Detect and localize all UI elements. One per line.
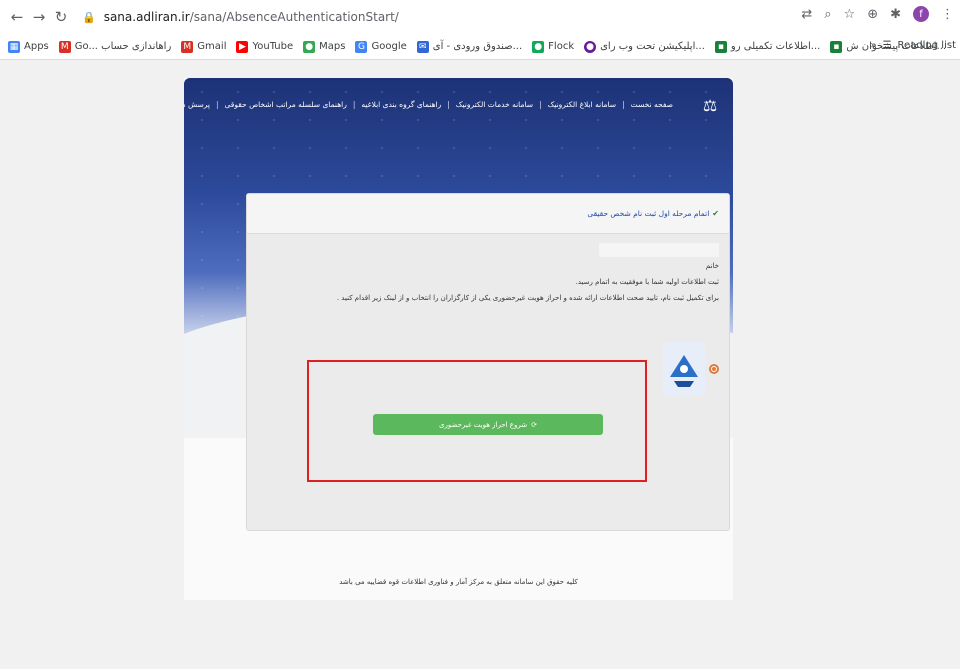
toolbar-icons: ⇄ ⌕ ☆ ⊕ ✱ f ⋮ (801, 6, 954, 22)
extension-globe-icon[interactable]: ⊕ (867, 7, 878, 22)
nav-legal-guide[interactable]: راهنمای سلسله مراتب اشخاص حقوقی (225, 100, 347, 109)
nav-e-notice[interactable]: سامانه ابلاغ الکترونیک (548, 100, 616, 109)
top-nav: صفحه نخست | سامانه ابلاغ الکترونیک | سامان… (184, 100, 673, 109)
gmail-icon: M (181, 40, 194, 53)
reading-list-button[interactable]: » ☰ Reading list (870, 40, 956, 51)
url-host: sana.adliran.ir (103, 10, 190, 24)
bookmark-gmail[interactable]: M Gmail (181, 40, 227, 53)
start-authentication-label: شروع احراز هویت غیرحضوری (439, 420, 528, 429)
bookmark-maps[interactable]: ● Maps (303, 40, 346, 53)
bookmark-item[interactable]: M Go... راهاندازی حساب (58, 40, 172, 53)
reload-icon[interactable]: ↻ (50, 6, 72, 28)
url-path: /sana/AbsenceAuthenticationStart/ (189, 10, 399, 24)
bookmark-google[interactable]: G Google (355, 40, 407, 53)
bookmark-label: Gmail (197, 41, 227, 52)
browser-toolbar: ← → ↻ 🔒 sana.adliran.ir /sana/AbsenceAut… (0, 0, 960, 34)
profile-avatar[interactable]: f (913, 6, 929, 22)
nav-faq[interactable]: پرسش های متداول (184, 100, 210, 109)
nav-home[interactable]: صفحه نخست (631, 100, 673, 109)
bookmark-webapp[interactable]: ● اپلیکیشن تحت وب رای... (584, 40, 705, 53)
flock-icon: ● (532, 40, 545, 53)
registration-card: ✔ اتمام مرحله اول ثبت نام شخص حقیقی خانم… (246, 193, 730, 531)
start-authentication-button[interactable]: ⟳ شروع احراز هویت غیرحضوری (373, 414, 603, 435)
youtube-icon: ▶ (236, 40, 249, 53)
extensions-puzzle-icon[interactable]: ✱ (890, 7, 901, 22)
refresh-icon: ⟳ (531, 420, 537, 429)
bookmark-label: Apps (24, 41, 49, 52)
success-message: ثبت اطلاعات اولیه شما با موفقیت به اتمام… (575, 278, 719, 286)
green-square-icon: ▪ (714, 40, 727, 53)
reading-list-icon: ☰ (882, 40, 892, 51)
bookmark-info[interactable]: ▪ اطلاعات تکمیلی رو... (714, 40, 821, 53)
card-body: خانم ثبت اطلاعات اولیه شما با موفقیت به … (259, 242, 719, 306)
reading-list-label: Reading list (897, 40, 956, 51)
apps-grid-icon: ▦ (8, 40, 20, 53)
greeting: خانم (705, 262, 719, 270)
site-logo-icon[interactable]: ⚖ (701, 96, 719, 118)
bookmark-label: Google (371, 41, 407, 52)
provider-logo[interactable] (663, 342, 705, 396)
instruction-message: برای تکمیل ثبت نام، تایید صحت اطلاعات ار… (336, 294, 719, 302)
mail-icon: ✉ (416, 40, 429, 53)
name-placeholder (599, 243, 719, 257)
nav-e-services[interactable]: سامانه خدمات الکترونیک (456, 100, 533, 109)
lock-icon: 🔒 (82, 10, 96, 24)
menu-kebab-icon[interactable]: ⋮ (941, 7, 954, 22)
bookmark-label: اپلیکیشن تحت وب رای... (600, 41, 705, 52)
bookmark-flock[interactable]: ● Flock (532, 40, 575, 53)
check-icon: ✔ (712, 209, 719, 218)
card-header: ✔ اتمام مرحله اول ثبت نام شخص حقیقی (247, 194, 729, 234)
bookmark-label: YouTube (252, 41, 294, 52)
google-icon: G (355, 40, 368, 53)
address-bar[interactable]: 🔒 sana.adliran.ir /sana/AbsenceAuthentic… (82, 6, 802, 28)
footer-text: کلیه حقوق این سامانه متعلق به مرکز آمار … (339, 578, 578, 586)
bookmark-youtube[interactable]: ▶ YouTube (236, 40, 294, 53)
more-bookmarks-icon[interactable]: » (870, 40, 876, 51)
bookmark-label: Flock (548, 41, 575, 52)
bookmark-star-icon[interactable]: ☆ (844, 7, 856, 22)
page-container: ⚖ صفحه نخست | سامانه ابلاغ الکترونیک | سام… (184, 78, 733, 600)
green-square-icon: ▪ (830, 40, 843, 53)
provider-radio[interactable] (709, 364, 719, 374)
bookmark-label: اطلاعات تکمیلی رو... (730, 41, 821, 52)
bookmark-label: صندوق ورودی - آی... (432, 41, 523, 52)
bookmark-label: Maps (319, 41, 346, 52)
provider-logo-icon (670, 355, 698, 387)
gmail-icon: M (58, 40, 71, 53)
maps-pin-icon: ● (303, 40, 316, 53)
back-arrow-icon[interactable]: ← (6, 6, 28, 28)
forward-arrow-icon[interactable]: → (28, 6, 50, 28)
bookmark-apps[interactable]: ▦ Apps (8, 40, 49, 53)
bookmark-inbox[interactable]: ✉ صندوق ورودی - آی... (416, 40, 523, 53)
translate-icon[interactable]: ⇄ (801, 7, 812, 22)
zoom-icon[interactable]: ⌕ (824, 7, 831, 22)
nav-notice-guide[interactable]: راهنمای گروه بندی ابلاغیه (361, 100, 441, 109)
card-title: اتمام مرحله اول ثبت نام شخص حقیقی (587, 209, 710, 218)
bookmarks-bar: ▦ Apps M Go... راهاندازی حساب M Gmail ▶ … (0, 34, 960, 60)
purple-circle-icon: ● (584, 40, 597, 53)
bookmark-label: Go... راهاندازی حساب (74, 41, 172, 52)
